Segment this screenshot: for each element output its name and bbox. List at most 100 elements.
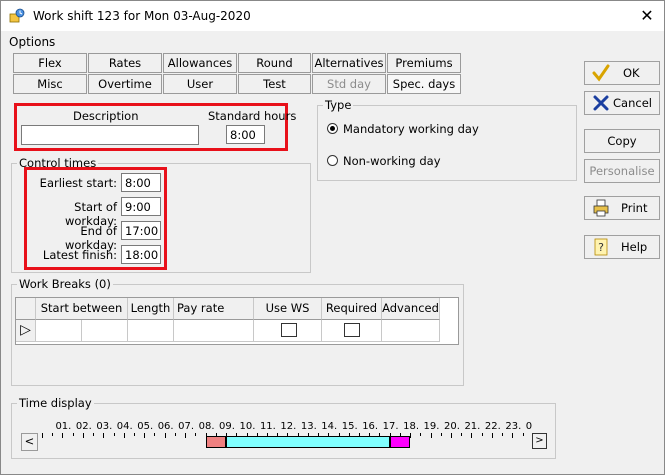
hour-tick-mark [410, 433, 412, 438]
tab-premiums[interactable]: Premiums [387, 53, 461, 73]
tab-rates[interactable]: Rates [88, 53, 162, 73]
mandatory-working-day-radio[interactable] [327, 123, 338, 134]
end-of-workday-input[interactable]: 17:00 [121, 221, 161, 240]
time-scroll-left-button[interactable]: < [21, 433, 38, 451]
column-advanced[interactable]: Advanced [382, 298, 440, 320]
tab-spec-days[interactable]: Spec. days [387, 74, 461, 94]
hour-tick-mark [451, 433, 452, 438]
help-button[interactable]: ? Help [584, 235, 660, 259]
tab-user[interactable]: User [163, 74, 237, 94]
required-checkbox[interactable] [344, 323, 360, 337]
cell-advanced[interactable] [382, 320, 440, 342]
hour-tick-mark [174, 433, 176, 436]
cell-start-from[interactable] [36, 320, 82, 342]
row-marker-icon: ▷ [16, 320, 36, 342]
table-corner-header [16, 298, 36, 320]
hour-tick-label: 20. [444, 421, 460, 432]
printer-icon [593, 199, 609, 217]
cell-pay-rate[interactable] [174, 320, 254, 342]
latest-finish-input[interactable]: 18:00 [121, 245, 161, 264]
hour-tick-label: 12. [280, 421, 297, 432]
hour-tick-mark [93, 433, 95, 436]
core-hours-bar [226, 436, 390, 448]
hour-tick-mark [430, 433, 432, 438]
hour-tick-label: 15. [341, 421, 358, 432]
cancel-label: Cancel [613, 96, 652, 110]
cell-length[interactable] [128, 320, 174, 342]
hour-tick-label: 16. [362, 421, 379, 432]
hour-tick-mark [134, 433, 136, 436]
hour-tick-mark [144, 433, 146, 438]
print-button[interactable]: Print [584, 196, 660, 220]
print-label: Print [621, 201, 648, 215]
non-working-day-radio[interactable] [327, 155, 338, 166]
hour-tick-mark [164, 433, 166, 438]
checkmark-icon [592, 64, 610, 82]
personalise-button[interactable]: Personalise [584, 159, 660, 183]
hour-tick-mark [420, 433, 422, 436]
hour-tick-mark [123, 433, 125, 438]
hour-tick-label: 14. [321, 421, 338, 432]
hour-tick-label: 19. [423, 421, 440, 432]
hour-tick-mark [185, 433, 187, 438]
column-required[interactable]: Required [322, 298, 382, 320]
column-length[interactable]: Length [128, 298, 174, 320]
help-label: Help [621, 240, 648, 254]
cell-start-to[interactable] [82, 320, 128, 342]
standard-hours-input[interactable]: 8:00 [226, 125, 265, 144]
standard-hours-label: Standard hours [208, 109, 297, 123]
description-input[interactable] [21, 125, 199, 145]
tab-test[interactable]: Test [238, 74, 311, 94]
hour-tick-label: 07. [178, 421, 195, 432]
title-bar: Work shift 123 for Mon 03-Aug-2020 ✕ [1, 1, 664, 31]
copy-label: Copy [607, 134, 637, 148]
column-pay-rate[interactable]: Pay rate [174, 298, 254, 320]
hour-tick-label: 03. [96, 421, 113, 432]
svg-text:?: ? [598, 241, 604, 254]
hour-tick-label: 05. [137, 421, 154, 432]
work-breaks-label: Work Breaks (0) [17, 277, 113, 291]
app-icon [9, 8, 25, 23]
tab-misc[interactable]: Misc [13, 74, 87, 94]
tab-alternatives[interactable]: Alternatives [312, 53, 386, 73]
hour-tick-label: 04. [116, 421, 133, 432]
cell-use-ws-rate[interactable] [254, 320, 322, 342]
hour-tick-mark [491, 433, 493, 438]
hour-tick-label: 10. [239, 421, 256, 432]
tab-round[interactable]: Round [238, 53, 311, 73]
column-start-between[interactable]: Start between [36, 298, 128, 320]
ok-button[interactable]: OK [584, 61, 660, 85]
hour-tick-mark [154, 433, 156, 436]
hour-tick-mark [461, 433, 463, 436]
hour-tick-mark [82, 433, 84, 438]
earliest-start-input[interactable]: 8:00 [121, 173, 161, 192]
time-display-label: Time display [17, 396, 94, 410]
hour-tick-mark [195, 433, 197, 436]
mandatory-working-day-label: Mandatory working day [343, 122, 479, 136]
tab-std-day[interactable]: Std day [312, 74, 386, 94]
time-scroll-right-button[interactable]: > [532, 433, 547, 449]
tab-flex[interactable]: Flex [13, 53, 87, 73]
close-button[interactable]: ✕ [636, 5, 658, 27]
hour-tick-label: 23. [505, 421, 522, 432]
tab-allowances[interactable]: Allowances [163, 53, 237, 73]
cancel-button[interactable]: Cancel [584, 91, 660, 115]
use-ws-rate-checkbox[interactable] [281, 323, 297, 337]
tab-overtime[interactable]: Overtime [88, 74, 162, 94]
hour-tick-label: 17. [382, 421, 399, 432]
cell-required[interactable] [322, 320, 382, 342]
hour-tick-mark [471, 433, 473, 438]
copy-button[interactable]: Copy [584, 129, 660, 153]
hour-tick-label: 13. [300, 421, 317, 432]
hour-tick-label: 01. [55, 421, 72, 432]
hour-tick-label: 02. [75, 421, 92, 432]
ok-label: OK [623, 66, 640, 80]
help-question-icon: ? [594, 238, 608, 256]
hour-tick-mark [512, 433, 514, 438]
hour-tick-label: 11. [259, 421, 276, 432]
hour-tick-mark [42, 433, 43, 438]
cancel-x-icon [593, 95, 609, 111]
column-use-ws-rate[interactable]: Use WS rate [254, 298, 322, 335]
close-icon: ✕ [640, 6, 654, 25]
start-of-workday-input[interactable]: 9:00 [121, 197, 161, 216]
